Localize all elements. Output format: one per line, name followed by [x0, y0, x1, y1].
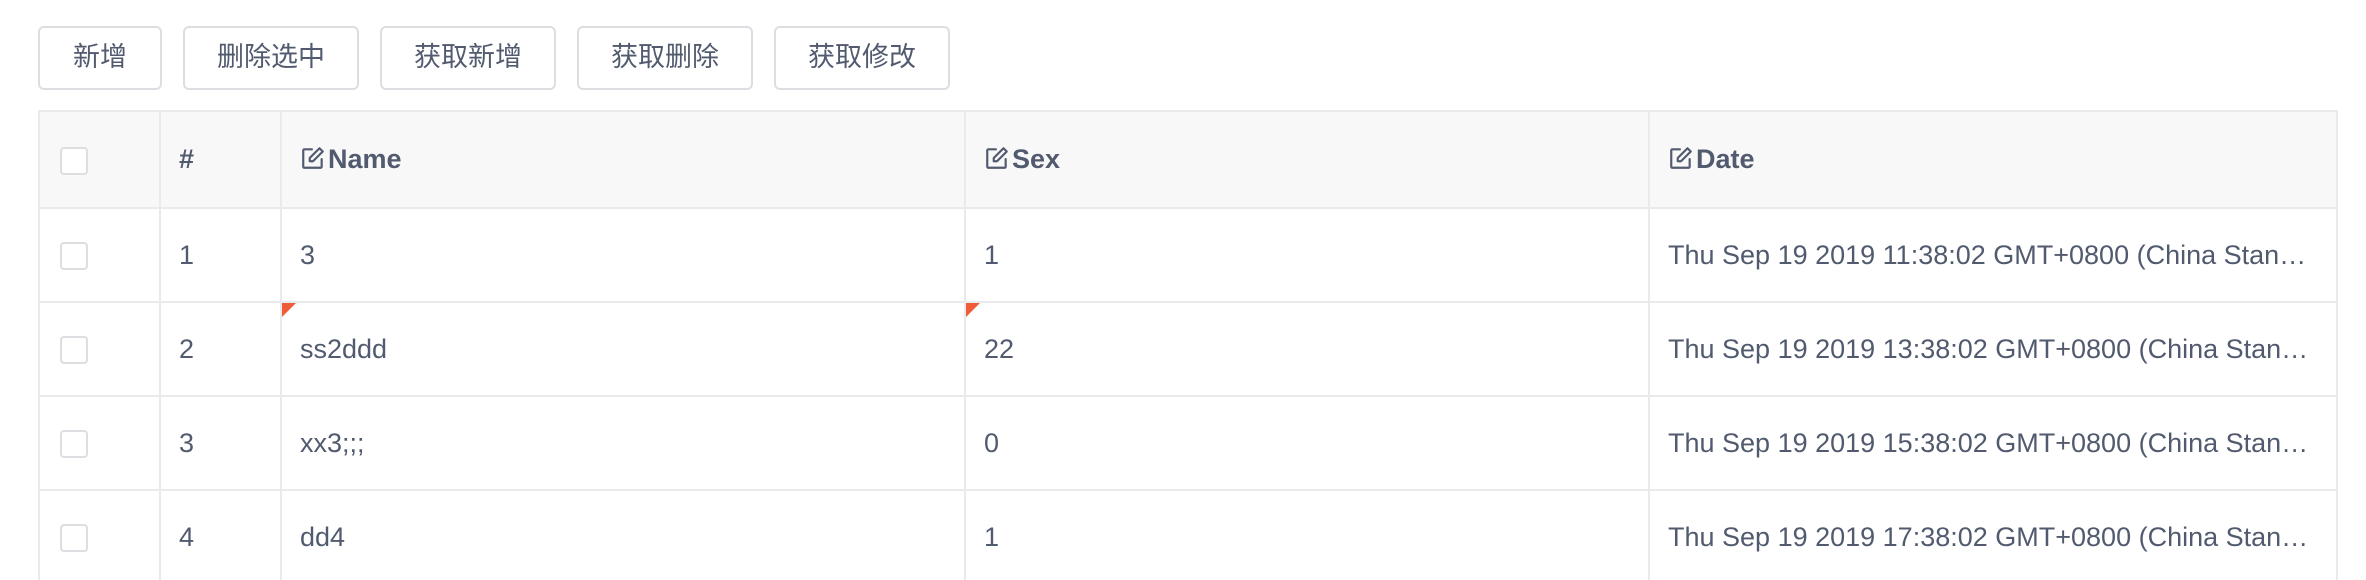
edit-icon — [302, 147, 324, 169]
get-modified-button[interactable]: 获取修改 — [774, 26, 950, 90]
cell-index: 4 — [160, 490, 282, 580]
cell-sex[interactable]: 1 — [965, 208, 1650, 303]
cell-sex[interactable]: 1 — [965, 490, 1650, 580]
edit-icon — [986, 147, 1008, 169]
column-header-index: # — [160, 112, 282, 209]
cell-sex[interactable]: 0 — [965, 396, 1650, 491]
header-row: # Name Sex Date — [40, 112, 2336, 209]
column-header-sex-label: Sex — [1012, 144, 1061, 174]
get-deleted-button[interactable]: 获取删除 — [577, 26, 753, 90]
table-row: 4 dd4 1 Thu Sep 19 2019 17:38:02 GMT+080… — [40, 490, 2336, 580]
cell-name[interactable]: dd4 — [281, 490, 966, 580]
column-header-name-label: Name — [328, 144, 402, 174]
add-button[interactable]: 新增 — [38, 26, 162, 90]
header-select-all-cell — [40, 112, 161, 209]
edit-icon — [1670, 147, 1692, 169]
column-header-name[interactable]: Name — [281, 112, 966, 209]
cell-index: 3 — [160, 396, 282, 491]
cell-index: 1 — [160, 208, 282, 303]
column-header-date-label: Date — [1696, 144, 1755, 174]
cell-name-modified[interactable]: ss2ddd — [281, 302, 966, 397]
delete-selected-button[interactable]: 删除选中 — [183, 26, 359, 90]
cell-date[interactable]: Thu Sep 19 2019 15:38:02 GMT+0800 (China… — [1649, 396, 2336, 491]
toolbar: 新增 删除选中 获取新增 获取删除 获取修改 — [38, 26, 950, 90]
table-row: 3 xx3;;; 0 Thu Sep 19 2019 15:38:02 GMT+… — [40, 396, 2336, 491]
row-select-cell — [40, 396, 161, 491]
row-select-cell — [40, 302, 161, 397]
cell-index: 2 — [160, 302, 282, 397]
select-all-checkbox[interactable] — [60, 146, 88, 175]
row-checkbox[interactable] — [60, 524, 88, 553]
cell-name[interactable]: 3 — [281, 208, 966, 303]
row-select-cell — [40, 490, 161, 580]
cell-date[interactable]: Thu Sep 19 2019 17:38:02 GMT+0800 (China… — [1649, 490, 2336, 580]
data-table: # Name Sex Date 1 3 1 Thu Sep 19 2019 11… — [40, 112, 2336, 580]
table-row: 1 3 1 Thu Sep 19 2019 11:38:02 GMT+0800 … — [40, 208, 2336, 303]
cell-sex-modified[interactable]: 22 — [965, 302, 1650, 397]
table-row: 2 ss2ddd 22 Thu Sep 19 2019 13:38:02 GMT… — [40, 302, 2336, 397]
cell-date[interactable]: Thu Sep 19 2019 13:38:02 GMT+0800 (China… — [1649, 302, 2336, 397]
column-header-sex[interactable]: Sex — [965, 112, 1650, 209]
data-grid: # Name Sex Date 1 3 1 Thu Sep 19 2019 11… — [38, 110, 2338, 580]
row-checkbox[interactable] — [60, 242, 88, 271]
row-select-cell — [40, 208, 161, 303]
row-checkbox[interactable] — [60, 336, 88, 365]
column-header-date[interactable]: Date — [1649, 112, 2336, 209]
row-checkbox[interactable] — [60, 430, 88, 459]
cell-date[interactable]: Thu Sep 19 2019 11:38:02 GMT+0800 (China… — [1649, 208, 2336, 303]
cell-name[interactable]: xx3;;; — [281, 396, 966, 491]
get-added-button[interactable]: 获取新增 — [380, 26, 556, 90]
